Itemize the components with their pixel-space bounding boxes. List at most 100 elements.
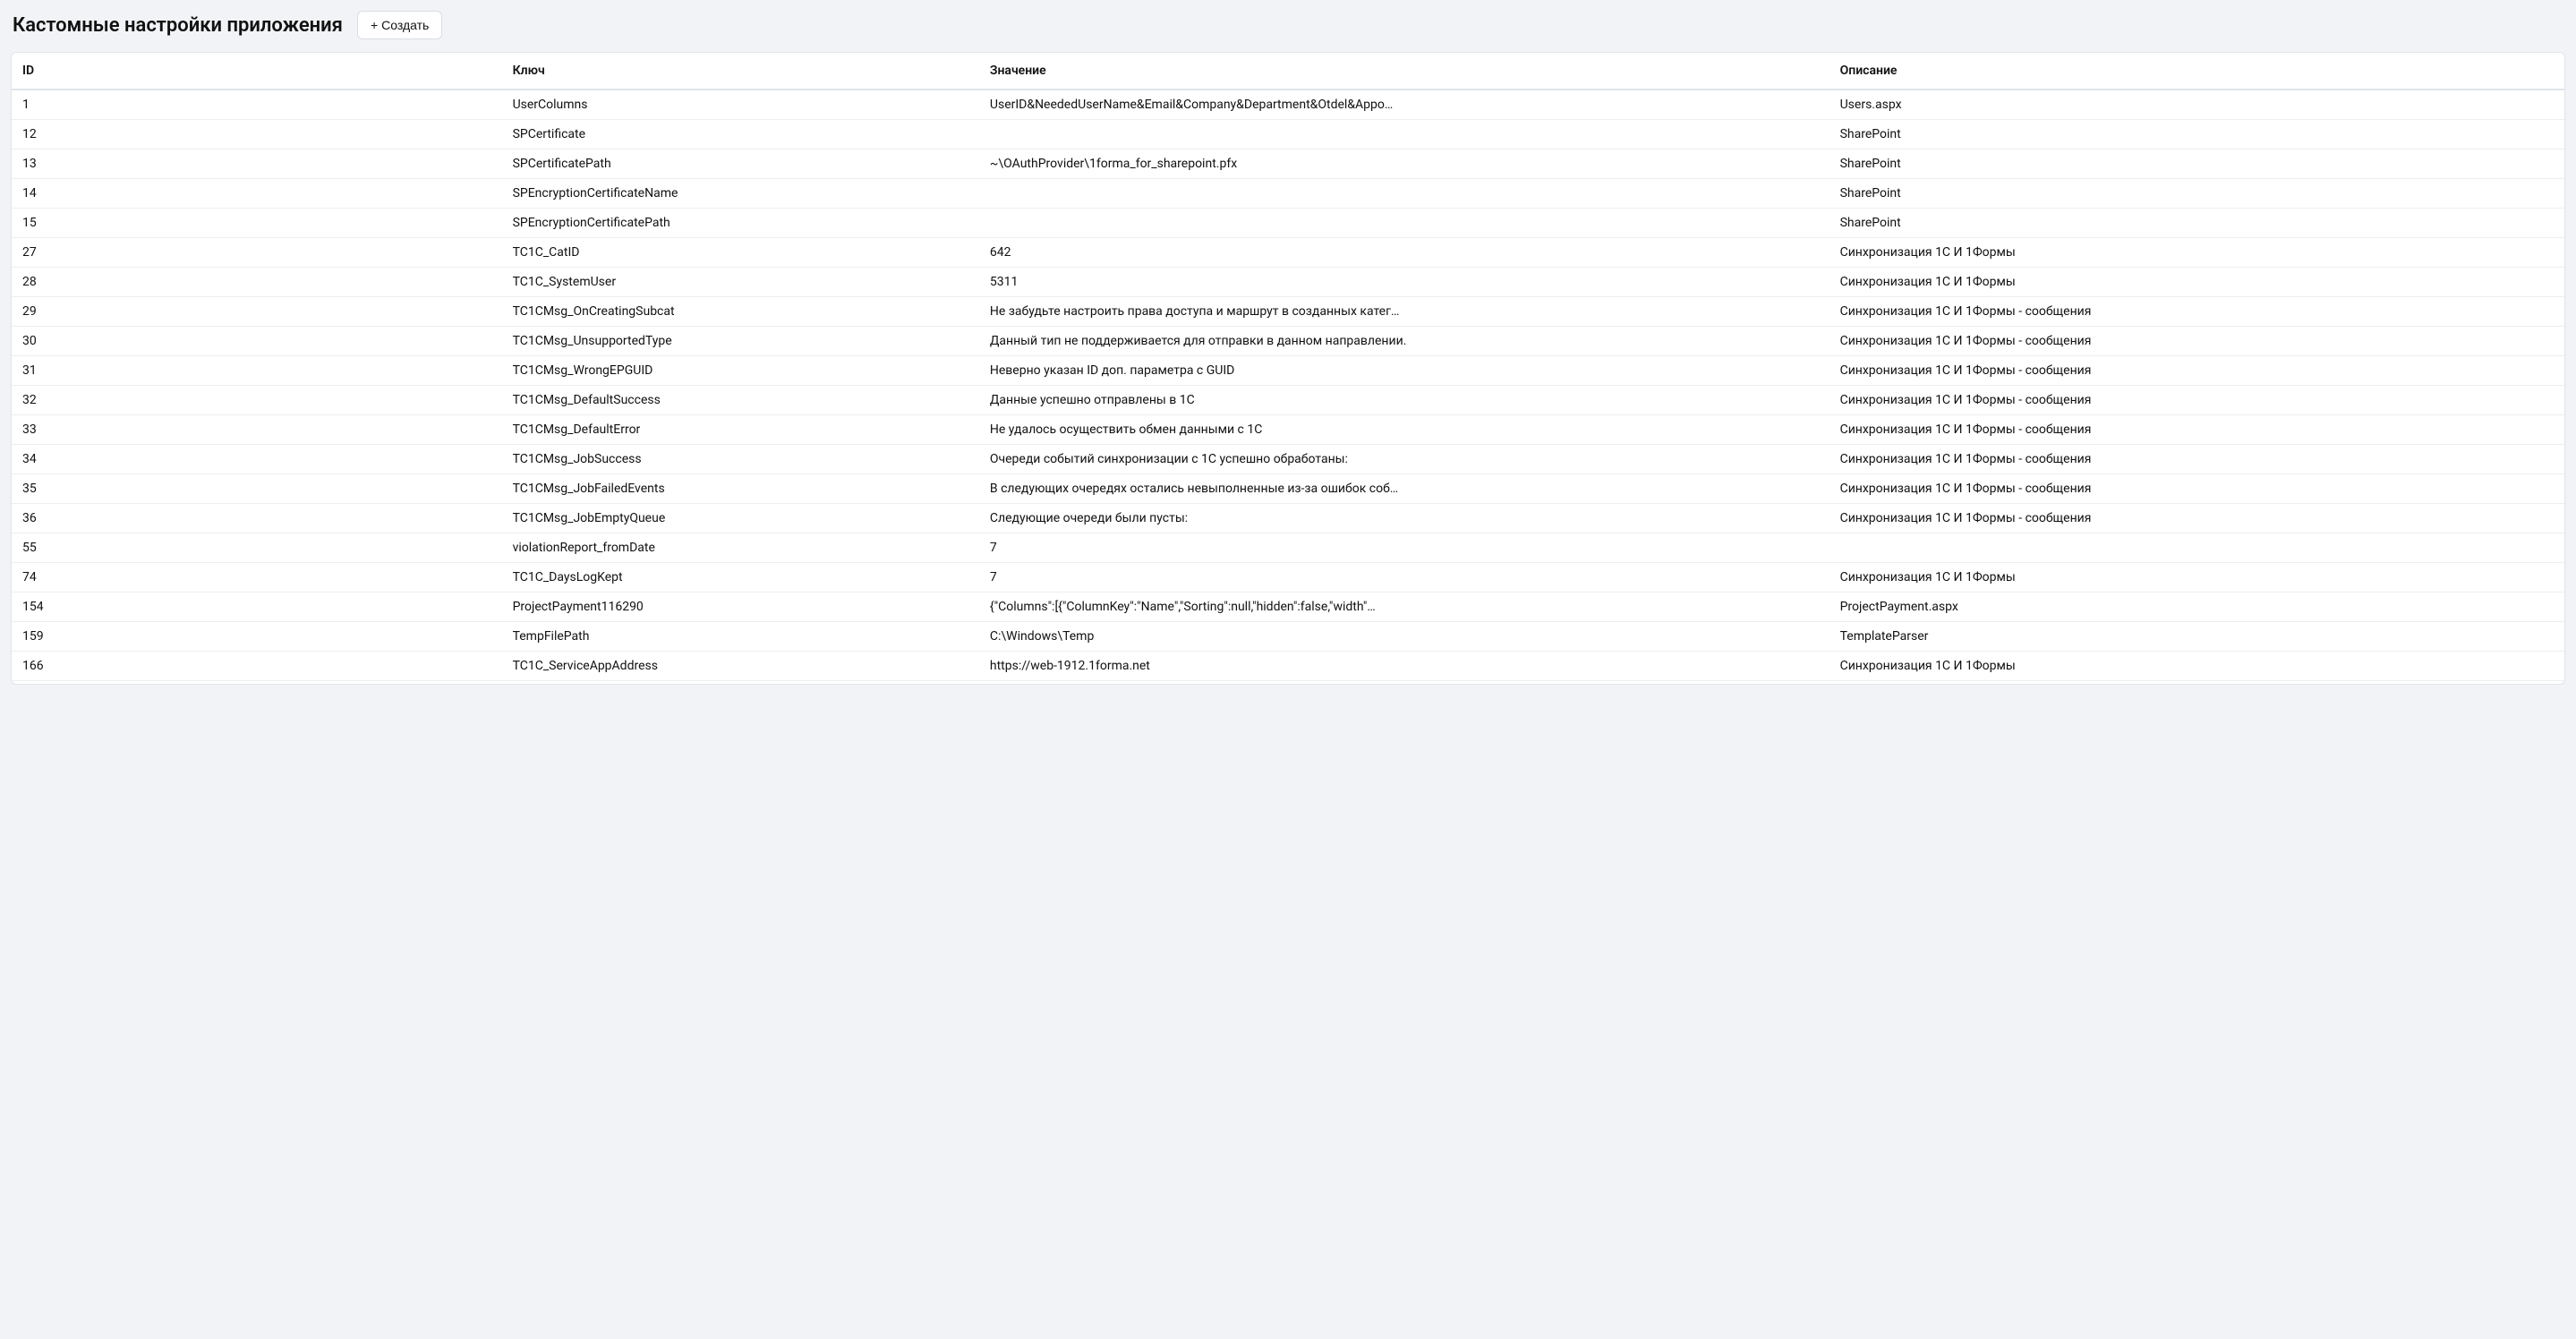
settings-table-container: ID Ключ Значение Описание 1UserColumnsUs… bbox=[11, 52, 2565, 685]
table-row[interactable]: 166TC1C_ServiceAppAddresshttps://web-191… bbox=[12, 652, 2564, 681]
cell-value: 5311 bbox=[979, 268, 1830, 297]
plus-icon: + bbox=[371, 19, 378, 31]
cell-value: В следующих очередях остались невыполнен… bbox=[979, 474, 1830, 504]
cell-desc: Синхронизация 1С И 1Формы - сообщения bbox=[1830, 356, 2564, 386]
settings-table: ID Ключ Значение Описание 1UserColumnsUs… bbox=[12, 53, 2564, 684]
cell-key: SPEncryptionCertificatePath bbox=[502, 209, 979, 238]
cell-key: TC1C_SystemUser bbox=[502, 268, 979, 297]
cell-value bbox=[979, 120, 1830, 149]
cell-id: 166 bbox=[12, 652, 502, 681]
cell-id: 13 bbox=[12, 149, 502, 179]
cell-key: TC1CMsg_WrongEPGUID bbox=[502, 356, 979, 386]
cell-id: 159 bbox=[12, 622, 502, 652]
cell-desc: Синхронизация 1С И 1Формы bbox=[1830, 268, 2564, 297]
cell-desc: Users.aspx bbox=[1830, 90, 2564, 120]
cell-value: UserID&NeededUserName&Email&Company&Depa… bbox=[979, 90, 1830, 120]
table-row[interactable]: 14SPEncryptionCertificateName SharePoint bbox=[12, 179, 2564, 209]
cell-id: 27 bbox=[12, 238, 502, 268]
cell-key: TC1C_ServiceAppAddress bbox=[502, 652, 979, 681]
cell-value: Не забудьте настроить права доступа и ма… bbox=[979, 297, 1830, 327]
cell-desc: SharePoint bbox=[1830, 120, 2564, 149]
cell-id: 15 bbox=[12, 209, 502, 238]
table-row[interactable]: 154ProjectPayment116290{"Columns":[{"Col… bbox=[12, 593, 2564, 622]
cell-key: SPCertificate bbox=[502, 120, 979, 149]
page-title: Кастомные настройки приложения bbox=[13, 14, 343, 37]
table-row[interactable]: 172SystemUserId1OBISubforms bbox=[12, 681, 2564, 685]
table-row[interactable]: 27TC1C_CatID642Синхронизация 1С И 1Формы bbox=[12, 238, 2564, 268]
col-header-id[interactable]: ID bbox=[12, 53, 502, 90]
cell-key: SPEncryptionCertificateName bbox=[502, 179, 979, 209]
cell-id: 30 bbox=[12, 327, 502, 356]
cell-value: ~\OAuthProvider\1forma_for_sharepoint.pf… bbox=[979, 149, 1830, 179]
table-row[interactable]: 1UserColumnsUserID&NeededUserName&Email&… bbox=[12, 90, 2564, 120]
table-row[interactable]: 30TC1CMsg_UnsupportedTypeДанный тип не п… bbox=[12, 327, 2564, 356]
col-header-value[interactable]: Значение bbox=[979, 53, 1830, 90]
cell-id: 55 bbox=[12, 533, 502, 563]
cell-desc: SharePoint bbox=[1830, 179, 2564, 209]
cell-desc: Синхронизация 1С И 1Формы bbox=[1830, 652, 2564, 681]
cell-key: TC1CMsg_OnCreatingSubcat bbox=[502, 297, 979, 327]
cell-id: 29 bbox=[12, 297, 502, 327]
cell-desc: Синхронизация 1С И 1Формы - сообщения bbox=[1830, 386, 2564, 415]
cell-id: 1 bbox=[12, 90, 502, 120]
cell-value: Следующие очереди были пусты: bbox=[979, 504, 1830, 533]
create-button-label: Создать bbox=[381, 18, 429, 32]
cell-desc bbox=[1830, 533, 2564, 563]
table-header-row: ID Ключ Значение Описание bbox=[12, 53, 2564, 90]
table-row[interactable]: 74TC1C_DaysLogKept7Синхронизация 1С И 1Ф… bbox=[12, 563, 2564, 593]
cell-id: 14 bbox=[12, 179, 502, 209]
cell-value: Не удалось осуществить обмен данными с 1… bbox=[979, 415, 1830, 445]
table-row[interactable]: 12SPCertificate SharePoint bbox=[12, 120, 2564, 149]
cell-desc: Синхронизация 1С И 1Формы - сообщения bbox=[1830, 504, 2564, 533]
cell-key: SystemUserId bbox=[502, 681, 979, 685]
cell-desc: SharePoint bbox=[1830, 209, 2564, 238]
cell-value: 1 bbox=[979, 681, 1830, 685]
cell-value: Данные успешно отправлены в 1С bbox=[979, 386, 1830, 415]
table-row[interactable]: 28TC1C_SystemUser5311Синхронизация 1С И … bbox=[12, 268, 2564, 297]
cell-key: TC1CMsg_JobEmptyQueue bbox=[502, 504, 979, 533]
cell-value: Неверно указан ID доп. параметра с GUID bbox=[979, 356, 1830, 386]
cell-desc: Синхронизация 1С И 1Формы - сообщения bbox=[1830, 415, 2564, 445]
table-row[interactable]: 34TC1CMsg_JobSuccessОчереди событий синх… bbox=[12, 445, 2564, 474]
cell-value bbox=[979, 209, 1830, 238]
col-header-key[interactable]: Ключ bbox=[502, 53, 979, 90]
cell-desc: Синхронизация 1С И 1Формы bbox=[1830, 238, 2564, 268]
cell-id: 34 bbox=[12, 445, 502, 474]
cell-id: 33 bbox=[12, 415, 502, 445]
table-row[interactable]: 31TC1CMsg_WrongEPGUIDНеверно указан ID д… bbox=[12, 356, 2564, 386]
table-row[interactable]: 29TC1CMsg_OnCreatingSubcatНе забудьте на… bbox=[12, 297, 2564, 327]
table-row[interactable]: 15SPEncryptionCertificatePath SharePoint bbox=[12, 209, 2564, 238]
cell-value: C:\Windows\Temp bbox=[979, 622, 1830, 652]
cell-id: 154 bbox=[12, 593, 502, 622]
table-row[interactable]: 36TC1CMsg_JobEmptyQueueСледующие очереди… bbox=[12, 504, 2564, 533]
table-row[interactable]: 55violationReport_fromDate7 bbox=[12, 533, 2564, 563]
page-header: Кастомные настройки приложения + Создать bbox=[11, 11, 2565, 39]
cell-id: 12 bbox=[12, 120, 502, 149]
create-button[interactable]: + Создать bbox=[357, 11, 442, 39]
cell-key: TC1CMsg_DefaultSuccess bbox=[502, 386, 979, 415]
cell-desc: Синхронизация 1С И 1Формы - сообщения bbox=[1830, 474, 2564, 504]
cell-key: TC1CMsg_JobFailedEvents bbox=[502, 474, 979, 504]
table-row[interactable]: 33TC1CMsg_DefaultErrorНе удалось осущест… bbox=[12, 415, 2564, 445]
cell-key: ProjectPayment116290 bbox=[502, 593, 979, 622]
cell-desc: ProjectPayment.aspx bbox=[1830, 593, 2564, 622]
settings-table-scroll[interactable]: ID Ключ Значение Описание 1UserColumnsUs… bbox=[12, 53, 2564, 684]
cell-value: Данный тип не поддерживается для отправк… bbox=[979, 327, 1830, 356]
table-row[interactable]: 32TC1CMsg_DefaultSuccessДанные успешно о… bbox=[12, 386, 2564, 415]
cell-key: TC1CMsg_DefaultError bbox=[502, 415, 979, 445]
cell-id: 172 bbox=[12, 681, 502, 685]
table-row[interactable]: 35TC1CMsg_JobFailedEventsВ следующих оче… bbox=[12, 474, 2564, 504]
table-row[interactable]: 159TempFilePathC:\Windows\TempTemplatePa… bbox=[12, 622, 2564, 652]
cell-id: 36 bbox=[12, 504, 502, 533]
cell-desc: Синхронизация 1С И 1Формы - сообщения bbox=[1830, 297, 2564, 327]
cell-id: 35 bbox=[12, 474, 502, 504]
cell-key: TempFilePath bbox=[502, 622, 979, 652]
cell-id: 28 bbox=[12, 268, 502, 297]
cell-desc: TemplateParser bbox=[1830, 622, 2564, 652]
col-header-desc[interactable]: Описание bbox=[1830, 53, 2564, 90]
cell-key: TC1C_DaysLogKept bbox=[502, 563, 979, 593]
table-row[interactable]: 13SPCertificatePath~\OAuthProvider\1form… bbox=[12, 149, 2564, 179]
cell-desc: SharePoint bbox=[1830, 149, 2564, 179]
cell-key: TC1C_CatID bbox=[502, 238, 979, 268]
cell-desc: Синхронизация 1С И 1Формы bbox=[1830, 563, 2564, 593]
